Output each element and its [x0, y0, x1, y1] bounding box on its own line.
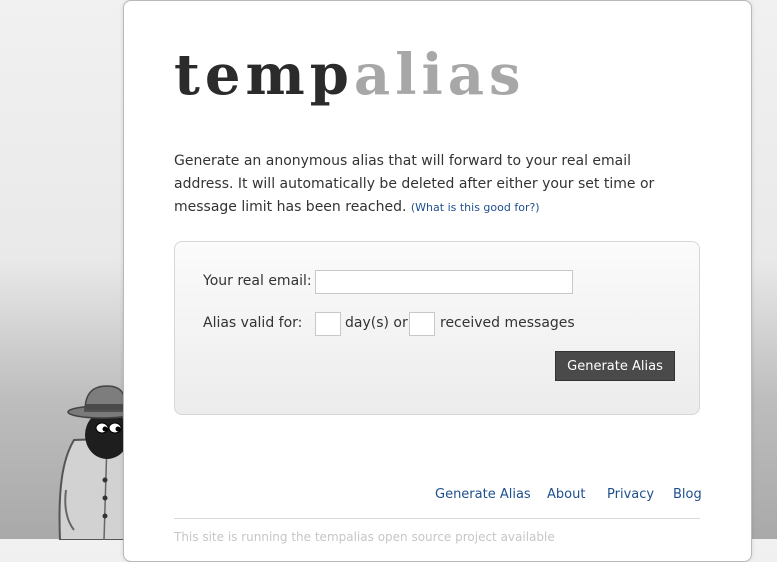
- logo-alias-text: alias: [353, 42, 526, 108]
- logo-temp-text: temp: [174, 42, 354, 108]
- generate-alias-button[interactable]: Generate Alias: [555, 351, 675, 381]
- spy-mascot-icon: [58, 385, 132, 540]
- footer-text: This site is running the tempalias open …: [174, 530, 555, 544]
- nav-privacy[interactable]: Privacy: [607, 487, 654, 502]
- what-is-this-good-for-link[interactable]: (What is this good for?): [411, 201, 540, 214]
- site-logo[interactable]: tempalias: [174, 40, 526, 110]
- messages-suffix-label: received messages: [440, 315, 575, 331]
- valid-for-label: Alias valid for:: [203, 315, 303, 331]
- nav-generate-alias[interactable]: Generate Alias: [435, 487, 531, 502]
- days-input[interactable]: [315, 312, 341, 336]
- email-label: Your real email:: [203, 273, 312, 289]
- email-field[interactable]: [315, 270, 573, 294]
- days-suffix-label: day(s) or: [345, 315, 408, 331]
- alias-form: Your real email: Alias valid for: day(s)…: [174, 241, 700, 415]
- nav-blog[interactable]: Blog: [673, 487, 702, 502]
- footer-nav: Generate Alias About Privacy Blog: [0, 487, 777, 507]
- nav-about[interactable]: About: [547, 487, 585, 502]
- footer-divider: [174, 518, 700, 519]
- intro-paragraph: Generate an anonymous alias that will fo…: [174, 150, 694, 219]
- messages-input[interactable]: [409, 312, 435, 336]
